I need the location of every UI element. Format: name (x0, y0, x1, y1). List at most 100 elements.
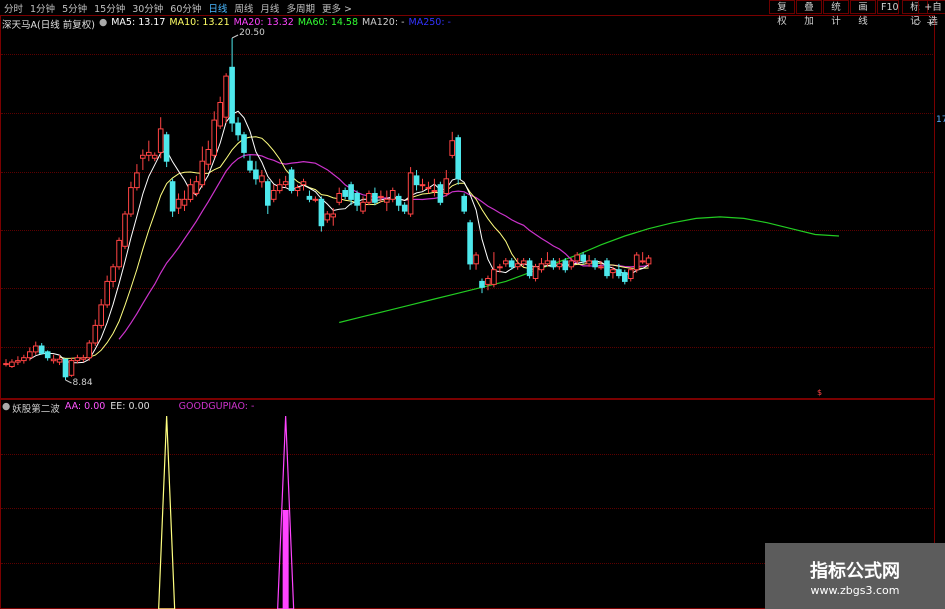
candle-body (550, 260, 557, 268)
candle-body (449, 140, 455, 156)
candle-body (110, 266, 116, 282)
candle-body (413, 175, 420, 186)
candle-body (211, 119, 217, 156)
candle-body (354, 193, 360, 206)
candle-body (259, 175, 265, 183)
toolbar-button[interactable]: 画线 (850, 0, 876, 27)
watermark: 指标公式网 www.zbgs3.com (765, 543, 945, 609)
candle-body (401, 204, 408, 212)
candle-body (491, 269, 497, 285)
candle-body (128, 187, 134, 215)
candle-body (544, 260, 551, 265)
ma60-line (339, 216, 840, 324)
candle-body (622, 272, 628, 282)
candle-body (265, 181, 271, 206)
candle-body (473, 254, 479, 265)
candle-body (181, 198, 188, 206)
candle-body (598, 266, 604, 269)
candle-body (574, 254, 581, 262)
candle-body (378, 195, 384, 198)
candle-body (300, 181, 307, 186)
candle-body (229, 66, 235, 124)
watermark-title: 指标公式网 (810, 561, 900, 582)
candle-body (395, 195, 402, 206)
candle-body (348, 184, 354, 200)
candle-body (86, 342, 93, 359)
candle-body (38, 345, 45, 354)
candle-body (508, 260, 515, 268)
toolbar-button[interactable]: F10 (877, 0, 899, 14)
candle-body (50, 358, 57, 362)
candle-body (639, 260, 646, 263)
candle-body (116, 239, 122, 268)
indicator-bar (282, 510, 289, 609)
candle-body (56, 358, 63, 363)
candle-body (628, 269, 634, 280)
candle-body (306, 195, 313, 200)
candle-body (366, 193, 372, 203)
toolbar-button[interactable]: 复权 (769, 0, 795, 27)
candle-body (235, 122, 241, 136)
candle-body (580, 254, 587, 262)
candle-body (199, 160, 206, 186)
candle-body (9, 361, 15, 368)
candle-body (520, 260, 527, 265)
candle-body (372, 193, 378, 203)
candle-body (146, 151, 152, 156)
candle-body (140, 154, 146, 159)
toolbar-button[interactable]: +自选 (918, 0, 945, 27)
candle-body (241, 134, 247, 153)
candle-body (3, 363, 9, 366)
candle-body (80, 357, 87, 360)
candle-body (62, 358, 69, 378)
candle-body (342, 190, 348, 197)
indicator-spike (158, 415, 176, 609)
candle-body (384, 198, 390, 203)
candle-body (586, 260, 592, 265)
high-pointer (231, 34, 239, 39)
candle-body (425, 187, 432, 190)
candle-body (44, 351, 51, 359)
candle-body (21, 357, 27, 362)
candle-body (318, 198, 325, 227)
candle-body (389, 190, 396, 200)
candle-body (616, 269, 622, 277)
candle-body (15, 360, 21, 363)
candle-body (455, 137, 461, 180)
candle-body (610, 269, 616, 274)
candle-body (532, 266, 539, 279)
toolbar-button[interactable]: 叠加 (796, 0, 822, 27)
candle-body (503, 260, 509, 265)
candle-body (461, 195, 467, 212)
candle-body (645, 257, 652, 265)
low-pointer (65, 379, 72, 384)
candle-body (330, 213, 336, 218)
candle-body (336, 193, 342, 203)
candle-body (122, 213, 128, 247)
candle-body (157, 128, 164, 153)
candle-body (497, 266, 503, 269)
candle-body (27, 351, 33, 359)
candle-body (92, 324, 99, 344)
watermark-url: www.zbgs3.com (810, 584, 900, 597)
candle-body (175, 198, 182, 209)
candle-body (151, 154, 158, 159)
candle-body (187, 184, 194, 200)
candle-body (294, 187, 301, 192)
candle-body (33, 345, 39, 353)
toolbar-button[interactable]: 统计 (823, 0, 849, 27)
candle-body (479, 280, 485, 288)
candle-body (526, 260, 533, 277)
candle-body (163, 134, 170, 162)
candle-body (193, 181, 200, 194)
candle-body (604, 260, 610, 277)
candle-body (443, 178, 450, 195)
candle-body (485, 278, 491, 285)
candle-body (288, 169, 295, 191)
kline-chart[interactable] (0, 0, 945, 609)
candle-body (407, 172, 414, 215)
candle-body (633, 254, 640, 271)
candle-body (360, 201, 366, 212)
candle-body (276, 184, 283, 192)
candle-body (217, 102, 223, 127)
